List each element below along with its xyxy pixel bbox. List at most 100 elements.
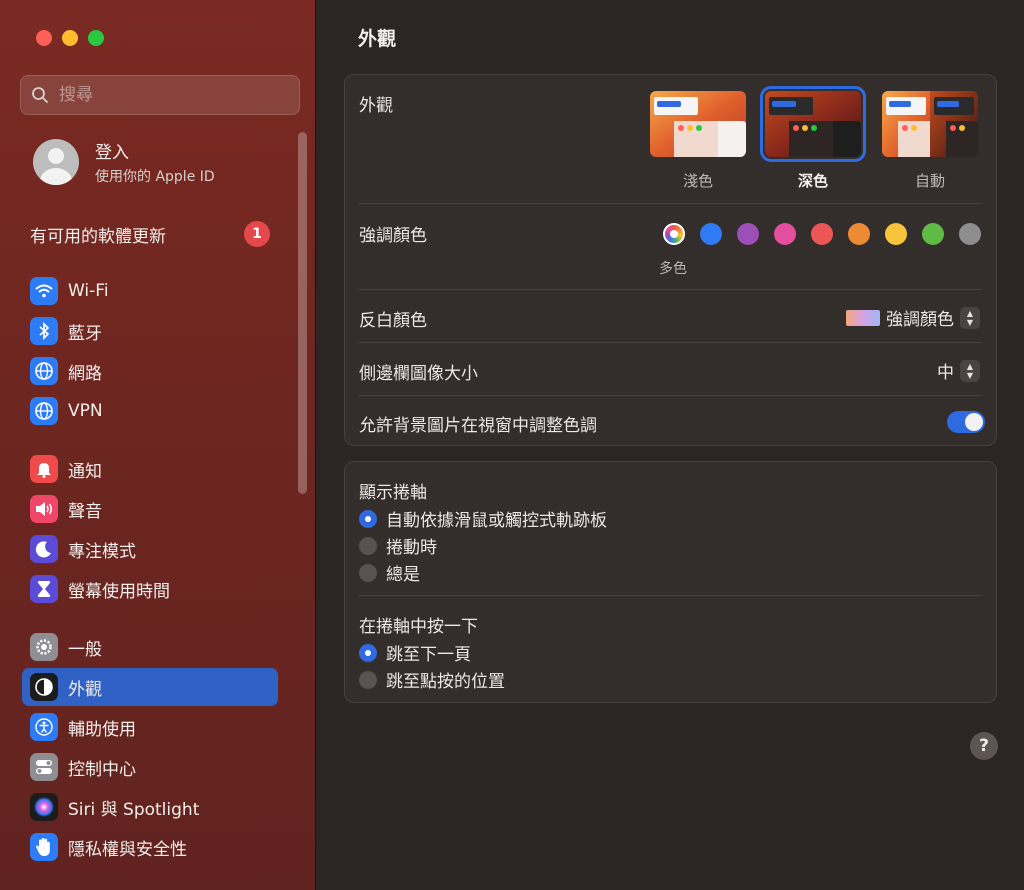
sidebar-item-label: Wi-Fi (68, 281, 109, 301)
radio-button (359, 536, 377, 555)
accessibility-icon (30, 713, 58, 741)
highlight-color-preview (846, 309, 880, 326)
sidebar-item-focus[interactable]: 專注模式 (22, 530, 278, 568)
chevron-updown-icon: ▲ ▼ (960, 306, 980, 329)
wifi-icon (30, 277, 58, 305)
divider (359, 203, 982, 204)
toggles-icon (30, 753, 58, 781)
sidebar-item-label: 控制中心 (68, 759, 136, 780)
sidebar-icon-size-value: 中 (937, 363, 954, 383)
sidebar-item-sound[interactable]: 聲音 (22, 490, 278, 528)
accent-color-label: 強調顏色 (359, 226, 427, 246)
sidebar-item-wifi[interactable]: Wi-Fi (22, 272, 278, 310)
sidebar-item-network[interactable]: 網路 (22, 352, 278, 390)
globe-icon (30, 357, 58, 385)
apple-id-signin[interactable]: 登入 使用你的 Apple ID (33, 138, 215, 186)
accent-swatch-yellow[interactable] (885, 223, 907, 245)
vpn-globe-icon (30, 397, 58, 425)
zoom-button[interactable] (88, 30, 104, 46)
accent-swatch-multicolor[interactable] (663, 223, 685, 245)
divider (359, 342, 982, 343)
software-update-item[interactable]: 有可用的軟體更新 1 (30, 220, 270, 248)
gear-icon (30, 633, 58, 661)
appearance-settings-card: 外觀 淺色 深色 自動 強調顏色 多色 反白顏色 強調顏色 ▲ ▼ 側邊欄圖像大… (344, 74, 997, 446)
update-badge: 1 (244, 221, 270, 247)
accent-swatch-orange[interactable] (848, 223, 870, 245)
sidebar-icon-size-popup[interactable]: 中 ▲ ▼ (937, 358, 980, 383)
scrollbars-option-auto[interactable]: 自動依據滑鼠或觸控式軌跡板 (359, 506, 607, 531)
sidebar-item-siri[interactable]: Siri 與 Spotlight (22, 788, 278, 826)
sidebar-item-label: 聲音 (68, 501, 102, 522)
accent-swatch-green[interactable] (922, 223, 944, 245)
sidebar-item-vpn[interactable]: VPN (22, 392, 278, 430)
sidebar-item-label: 隱私權與安全性 (68, 839, 187, 860)
accent-swatch-blue[interactable] (700, 223, 722, 245)
highlight-color-value: 強調顏色 (886, 310, 954, 330)
appearance-option-auto[interactable] (882, 91, 978, 157)
sidebar-item-accessibility[interactable]: 輔助使用 (22, 708, 278, 746)
appearance-option-light[interactable] (650, 91, 746, 157)
page-title: 外觀 (358, 28, 397, 50)
main-pane: 外觀 外觀 淺色 深色 自動 強調顏色 多色 反白顏色 強調顏色 ▲ ▼ 側邊欄… (316, 0, 1024, 890)
sidebar-item-notifications[interactable]: 通知 (22, 450, 278, 488)
show-scrollbars-label: 顯示捲軸 (359, 483, 427, 503)
radio-label: 跳至下一頁 (386, 645, 471, 665)
appearance-label: 外觀 (359, 96, 393, 116)
sidebar-scrollbar[interactable] (298, 132, 307, 494)
appearance-option-light-label: 淺色 (682, 172, 713, 190)
sidebar-item-label: VPN (68, 401, 103, 421)
close-button[interactable] (36, 30, 52, 46)
search-input[interactable] (57, 84, 281, 106)
bell-icon (30, 455, 58, 483)
avatar (33, 139, 79, 185)
sidebar-item-label: 一般 (68, 639, 102, 660)
auto-preview-image (882, 91, 978, 157)
accent-swatch-pink[interactable] (774, 223, 796, 245)
sidebar-item-privacy[interactable]: 隱私權與安全性 (22, 828, 278, 866)
sidebar-item-label: 網路 (68, 363, 102, 384)
sidebar-item-label: 輔助使用 (68, 719, 136, 740)
minimize-button[interactable] (62, 30, 78, 46)
radio-label: 總是 (386, 565, 420, 585)
sidebar-item-label: 專注模式 (68, 541, 136, 562)
appearance-option-dark[interactable] (760, 86, 866, 162)
dark-preview-image (765, 91, 861, 157)
siri-icon (30, 793, 58, 821)
wallpaper-tinting-label: 允許背景圖片在視窗中調整色調 (359, 416, 597, 436)
scrollbars-option-always[interactable]: 總是 (359, 560, 420, 585)
bluetooth-icon (30, 317, 58, 345)
wallpaper-tinting-toggle[interactable] (947, 411, 985, 433)
radio-label: 自動依據滑鼠或觸控式軌跡板 (386, 511, 607, 531)
accent-selected-label: 多色 (659, 261, 687, 277)
sidebar-item-label: Siri 與 Spotlight (68, 799, 200, 820)
sidebar-item-general[interactable]: 一般 (22, 628, 278, 666)
accent-swatch-red[interactable] (811, 223, 833, 245)
sidebar-icon-size-label: 側邊欄圖像大小 (359, 364, 478, 384)
sidebar-item-label: 螢幕使用時間 (68, 581, 170, 602)
sidebar-item-control-center[interactable]: 控制中心 (22, 748, 278, 786)
sidebar-item-appearance[interactable]: 外觀 (22, 668, 278, 706)
appearance-option-auto-label: 自動 (914, 172, 945, 190)
light-preview-image (650, 91, 746, 157)
radio-button (359, 670, 377, 689)
window-controls (36, 30, 104, 46)
click-option-clicked-spot[interactable]: 跳至點按的位置 (359, 667, 505, 692)
radio-label: 捲動時 (386, 538, 437, 558)
signin-title: 登入 (95, 143, 129, 163)
appearance-option-dark-label: 深色 (797, 172, 828, 190)
highlight-color-popup[interactable]: 強調顏色 ▲ ▼ (846, 305, 980, 330)
settings-window: 登入 使用你的 Apple ID 有可用的軟體更新 1 Wi-Fi 藍牙 網路 (0, 0, 1024, 890)
help-button[interactable]: ? (970, 732, 998, 760)
click-option-next-page[interactable]: 跳至下一頁 (359, 640, 471, 665)
accent-swatch-graphite[interactable] (959, 223, 981, 245)
search-field[interactable] (20, 75, 300, 115)
moon-icon (30, 535, 58, 563)
click-scrollbar-label: 在捲軸中按一下 (359, 617, 478, 637)
divider (359, 595, 982, 596)
sidebar-item-screen-time[interactable]: 螢幕使用時間 (22, 570, 278, 608)
accent-swatch-purple[interactable] (737, 223, 759, 245)
scrollbars-option-scrolling[interactable]: 捲動時 (359, 533, 437, 558)
radio-button (359, 563, 377, 582)
sidebar-item-bluetooth[interactable]: 藍牙 (22, 312, 278, 350)
sidebar: 登入 使用你的 Apple ID 有可用的軟體更新 1 Wi-Fi 藍牙 網路 (0, 0, 316, 890)
